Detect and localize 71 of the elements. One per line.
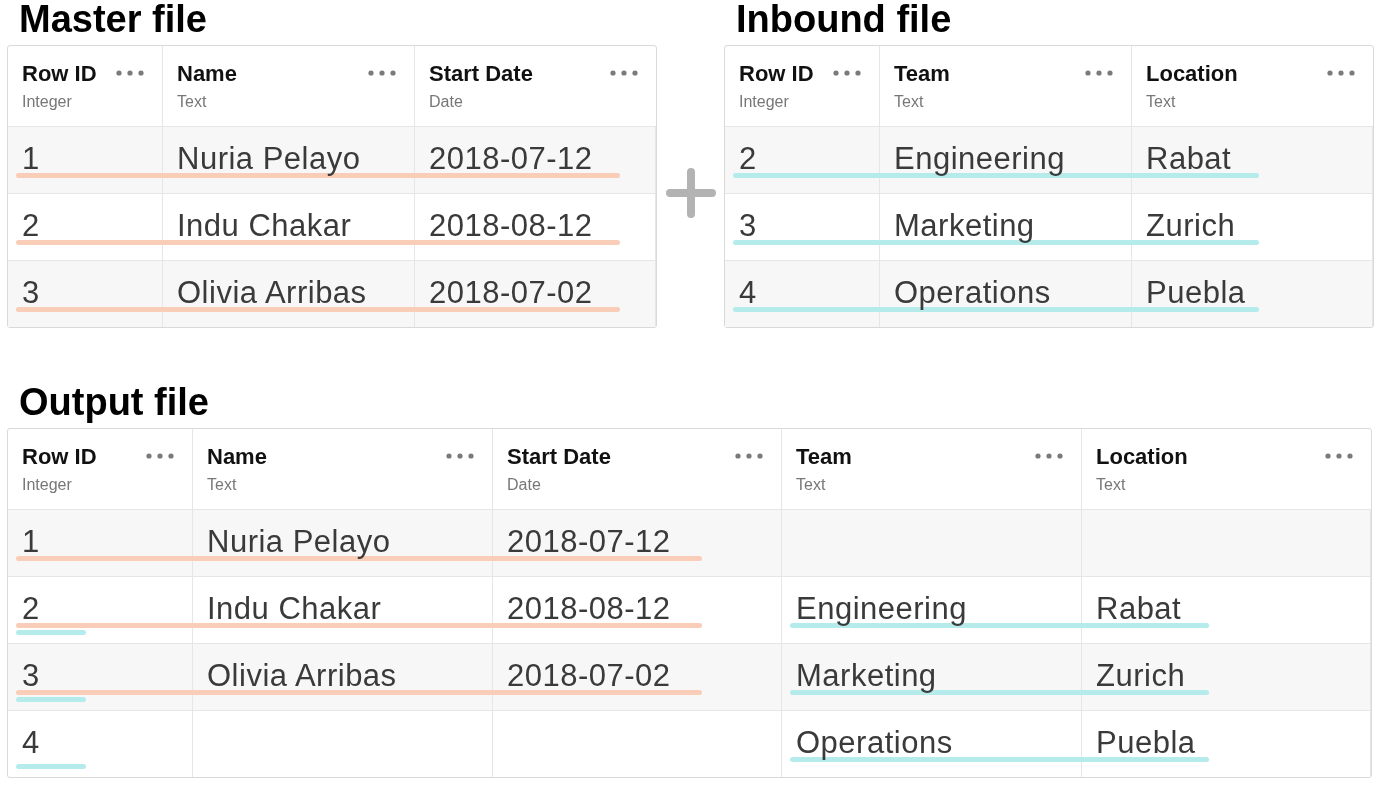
plus-icon: [665, 167, 716, 218]
more-icon[interactable]: [833, 70, 861, 76]
cell-text: 1: [22, 141, 40, 177]
cell-text: 2: [739, 141, 757, 177]
cell-text: Operations: [796, 725, 953, 761]
file-title: Output file: [19, 383, 210, 425]
cell-text: Indu Chakar: [207, 591, 382, 627]
cell-text: 2018-08-12: [507, 591, 671, 627]
more-icon[interactable]: [446, 453, 474, 459]
file-title: Inbound file: [736, 0, 953, 42]
cell-text: Puebla: [1146, 275, 1246, 311]
cell-text: 2: [22, 591, 40, 627]
cell-text: Nuria Pelayo: [207, 524, 391, 560]
cell-text: 3: [22, 275, 40, 311]
cell-text: 2: [22, 208, 40, 244]
cell-text: 1: [22, 524, 40, 560]
more-icon[interactable]: [1327, 70, 1355, 76]
column-type: Text: [177, 93, 207, 111]
more-icon[interactable]: [1325, 453, 1353, 459]
cell-text: Puebla: [1096, 725, 1196, 761]
more-icon[interactable]: [1085, 70, 1113, 76]
file-title: Master file: [19, 0, 208, 42]
cell-text: 2018-08-12: [429, 208, 593, 244]
more-icon[interactable]: [116, 70, 144, 76]
column-name: Row ID: [22, 444, 97, 470]
cell-text: Engineering: [796, 591, 967, 627]
column-name: Row ID: [739, 61, 814, 87]
column-type: Date: [507, 476, 541, 494]
column-type: Text: [894, 93, 924, 111]
column-name: Location: [1146, 61, 1238, 87]
column-name: Team: [796, 444, 852, 470]
column-name: Name: [177, 61, 237, 87]
column-type: Text: [1146, 93, 1176, 111]
more-icon[interactable]: [735, 453, 763, 459]
column-name: Row ID: [22, 61, 97, 87]
cell-text: 3: [739, 208, 757, 244]
column-type: Text: [207, 476, 237, 494]
column-type: Text: [1096, 476, 1126, 494]
column-name: Start Date: [429, 61, 533, 87]
cell-text: Rabat: [1096, 591, 1182, 627]
cell-text: Olivia Arribas: [177, 275, 367, 311]
column-type: Text: [796, 476, 826, 494]
cell-text: 4: [22, 725, 40, 761]
column-name: Start Date: [507, 444, 611, 470]
cell-text: Zurich: [1146, 208, 1236, 244]
cell-text: 2018-07-02: [429, 275, 593, 311]
cell-text: 4: [739, 275, 757, 311]
column-type: Integer: [22, 476, 72, 494]
cell-text: Marketing: [894, 208, 1035, 244]
cell-text: Indu Chakar: [177, 208, 352, 244]
column-type: Date: [429, 93, 463, 111]
cell-text: 2018-07-12: [429, 141, 593, 177]
cell-text: Olivia Arribas: [207, 658, 397, 694]
cell-text: Rabat: [1146, 141, 1232, 177]
cell-text: Nuria Pelayo: [177, 141, 361, 177]
column-type: Integer: [739, 93, 789, 111]
more-icon[interactable]: [368, 70, 396, 76]
cell-text: Operations: [894, 275, 1051, 311]
column-type: Integer: [22, 93, 72, 111]
more-icon[interactable]: [146, 453, 174, 459]
cell-text: 3: [22, 658, 40, 694]
cell-text: 2018-07-02: [507, 658, 671, 694]
cell-text: 2018-07-12: [507, 524, 671, 560]
more-icon[interactable]: [610, 70, 638, 76]
more-icon[interactable]: [1035, 453, 1063, 459]
column-name: Location: [1096, 444, 1188, 470]
column-name: Name: [207, 444, 267, 470]
column-name: Team: [894, 61, 950, 87]
cell-text: Zurich: [1096, 658, 1186, 694]
cell-text: Marketing: [796, 658, 937, 694]
cell-text: Engineering: [894, 141, 1065, 177]
